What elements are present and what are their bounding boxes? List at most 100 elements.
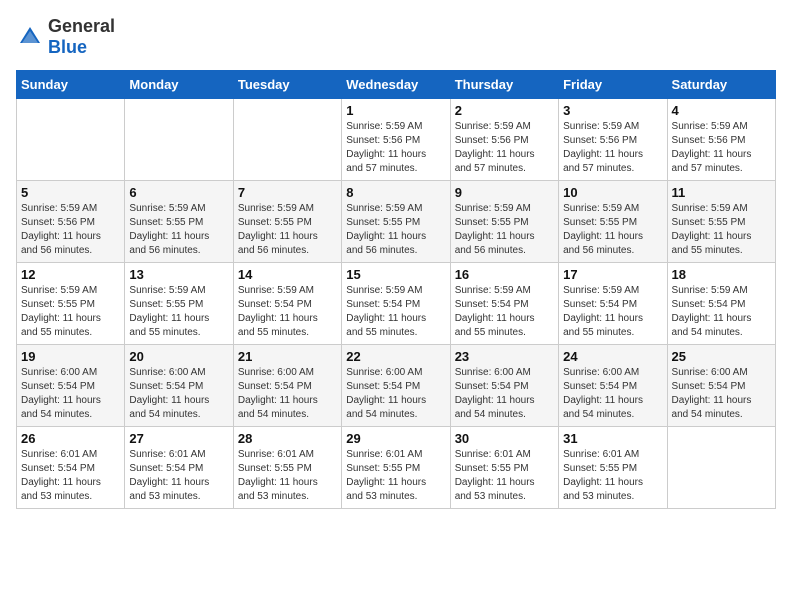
- day-info-text: Sunset: 5:54 PM: [455, 380, 554, 394]
- day-info-text: and 55 minutes.: [455, 326, 554, 340]
- day-number: 28: [238, 431, 337, 446]
- day-info-text: Sunset: 5:54 PM: [672, 380, 771, 394]
- calendar-cell: 31Sunrise: 6:01 AMSunset: 5:55 PMDayligh…: [559, 427, 667, 509]
- day-info-text: Sunrise: 6:00 AM: [238, 366, 337, 380]
- calendar-cell: 5Sunrise: 5:59 AMSunset: 5:56 PMDaylight…: [17, 181, 125, 263]
- day-number: 21: [238, 349, 337, 364]
- day-info-text: and 55 minutes.: [672, 244, 771, 258]
- day-info-text: Sunrise: 6:01 AM: [129, 448, 228, 462]
- day-info-text: Sunset: 5:55 PM: [455, 216, 554, 230]
- day-info-text: Sunset: 5:56 PM: [672, 134, 771, 148]
- day-info-text: Sunrise: 6:00 AM: [455, 366, 554, 380]
- calendar-header-row: SundayMondayTuesdayWednesdayThursdayFrid…: [17, 71, 776, 99]
- day-info-text: Daylight: 11 hours: [672, 312, 771, 326]
- calendar-cell: [17, 99, 125, 181]
- day-info-text: Sunrise: 6:00 AM: [672, 366, 771, 380]
- day-info-text: Daylight: 11 hours: [455, 230, 554, 244]
- calendar-cell: 14Sunrise: 5:59 AMSunset: 5:54 PMDayligh…: [233, 263, 341, 345]
- day-number: 12: [21, 267, 120, 282]
- day-info-text: Sunset: 5:54 PM: [563, 298, 662, 312]
- day-number: 19: [21, 349, 120, 364]
- day-number: 15: [346, 267, 445, 282]
- day-number: 24: [563, 349, 662, 364]
- calendar-cell: [125, 99, 233, 181]
- day-info-text: and 55 minutes.: [563, 326, 662, 340]
- day-info-text: Sunrise: 5:59 AM: [346, 202, 445, 216]
- logo-blue: Blue: [48, 37, 87, 57]
- day-number: 27: [129, 431, 228, 446]
- day-info-text: Sunrise: 6:01 AM: [455, 448, 554, 462]
- day-info-text: and 56 minutes.: [129, 244, 228, 258]
- day-info-text: Sunset: 5:55 PM: [346, 216, 445, 230]
- calendar-week-row: 19Sunrise: 6:00 AMSunset: 5:54 PMDayligh…: [17, 345, 776, 427]
- day-of-week-header: Saturday: [667, 71, 775, 99]
- day-info-text: Sunrise: 5:59 AM: [672, 202, 771, 216]
- calendar-cell: 8Sunrise: 5:59 AMSunset: 5:55 PMDaylight…: [342, 181, 450, 263]
- calendar-cell: 22Sunrise: 6:00 AMSunset: 5:54 PMDayligh…: [342, 345, 450, 427]
- day-info-text: Sunrise: 5:59 AM: [563, 202, 662, 216]
- day-number: 10: [563, 185, 662, 200]
- calendar-cell: 24Sunrise: 6:00 AMSunset: 5:54 PMDayligh…: [559, 345, 667, 427]
- day-number: 8: [346, 185, 445, 200]
- day-info-text: and 57 minutes.: [455, 162, 554, 176]
- day-info-text: Sunrise: 5:59 AM: [455, 202, 554, 216]
- day-info-text: Daylight: 11 hours: [129, 394, 228, 408]
- day-info-text: and 55 minutes.: [346, 326, 445, 340]
- day-of-week-header: Monday: [125, 71, 233, 99]
- day-info-text: and 54 minutes.: [563, 408, 662, 422]
- day-number: 29: [346, 431, 445, 446]
- day-info-text: Sunrise: 6:00 AM: [346, 366, 445, 380]
- day-info-text: Daylight: 11 hours: [129, 312, 228, 326]
- calendar-cell: 20Sunrise: 6:00 AMSunset: 5:54 PMDayligh…: [125, 345, 233, 427]
- day-info-text: Daylight: 11 hours: [238, 312, 337, 326]
- day-info-text: Daylight: 11 hours: [21, 476, 120, 490]
- day-info-text: Sunset: 5:55 PM: [455, 462, 554, 476]
- day-number: 22: [346, 349, 445, 364]
- day-info-text: Sunset: 5:55 PM: [563, 216, 662, 230]
- calendar-cell: 7Sunrise: 5:59 AMSunset: 5:55 PMDaylight…: [233, 181, 341, 263]
- day-info-text: Daylight: 11 hours: [455, 394, 554, 408]
- day-info-text: Sunrise: 5:59 AM: [21, 284, 120, 298]
- day-number: 3: [563, 103, 662, 118]
- day-info-text: and 54 minutes.: [455, 408, 554, 422]
- day-info-text: and 54 minutes.: [238, 408, 337, 422]
- day-info-text: Sunset: 5:54 PM: [21, 462, 120, 476]
- day-info-text: and 55 minutes.: [238, 326, 337, 340]
- day-number: 23: [455, 349, 554, 364]
- day-info-text: Sunset: 5:54 PM: [672, 298, 771, 312]
- day-info-text: Sunset: 5:55 PM: [129, 216, 228, 230]
- day-info-text: Daylight: 11 hours: [21, 394, 120, 408]
- calendar-cell: 3Sunrise: 5:59 AMSunset: 5:56 PMDaylight…: [559, 99, 667, 181]
- day-info-text: and 53 minutes.: [455, 490, 554, 504]
- day-info-text: Sunrise: 6:01 AM: [21, 448, 120, 462]
- day-info-text: and 56 minutes.: [238, 244, 337, 258]
- day-info-text: Sunset: 5:56 PM: [346, 134, 445, 148]
- day-info-text: Daylight: 11 hours: [346, 476, 445, 490]
- day-info-text: Sunset: 5:55 PM: [238, 216, 337, 230]
- calendar-cell: 15Sunrise: 5:59 AMSunset: 5:54 PMDayligh…: [342, 263, 450, 345]
- day-number: 26: [21, 431, 120, 446]
- calendar-cell: 10Sunrise: 5:59 AMSunset: 5:55 PMDayligh…: [559, 181, 667, 263]
- day-info-text: Daylight: 11 hours: [672, 230, 771, 244]
- day-info-text: Daylight: 11 hours: [563, 148, 662, 162]
- day-of-week-header: Thursday: [450, 71, 558, 99]
- calendar-table: SundayMondayTuesdayWednesdayThursdayFrid…: [16, 70, 776, 509]
- day-info-text: and 53 minutes.: [238, 490, 337, 504]
- calendar-cell: 11Sunrise: 5:59 AMSunset: 5:55 PMDayligh…: [667, 181, 775, 263]
- calendar-cell: [667, 427, 775, 509]
- day-number: 11: [672, 185, 771, 200]
- logo: General Blue: [16, 16, 115, 58]
- header: General Blue: [16, 16, 776, 58]
- calendar-week-row: 12Sunrise: 5:59 AMSunset: 5:55 PMDayligh…: [17, 263, 776, 345]
- day-info-text: Sunrise: 6:01 AM: [563, 448, 662, 462]
- logo-icon: [16, 23, 44, 51]
- day-info-text: Daylight: 11 hours: [672, 394, 771, 408]
- day-info-text: Daylight: 11 hours: [672, 148, 771, 162]
- day-info-text: Daylight: 11 hours: [346, 394, 445, 408]
- day-info-text: Daylight: 11 hours: [455, 312, 554, 326]
- day-info-text: and 54 minutes.: [21, 408, 120, 422]
- calendar-week-row: 5Sunrise: 5:59 AMSunset: 5:56 PMDaylight…: [17, 181, 776, 263]
- day-info-text: Sunrise: 5:59 AM: [346, 284, 445, 298]
- day-number: 4: [672, 103, 771, 118]
- day-info-text: and 54 minutes.: [129, 408, 228, 422]
